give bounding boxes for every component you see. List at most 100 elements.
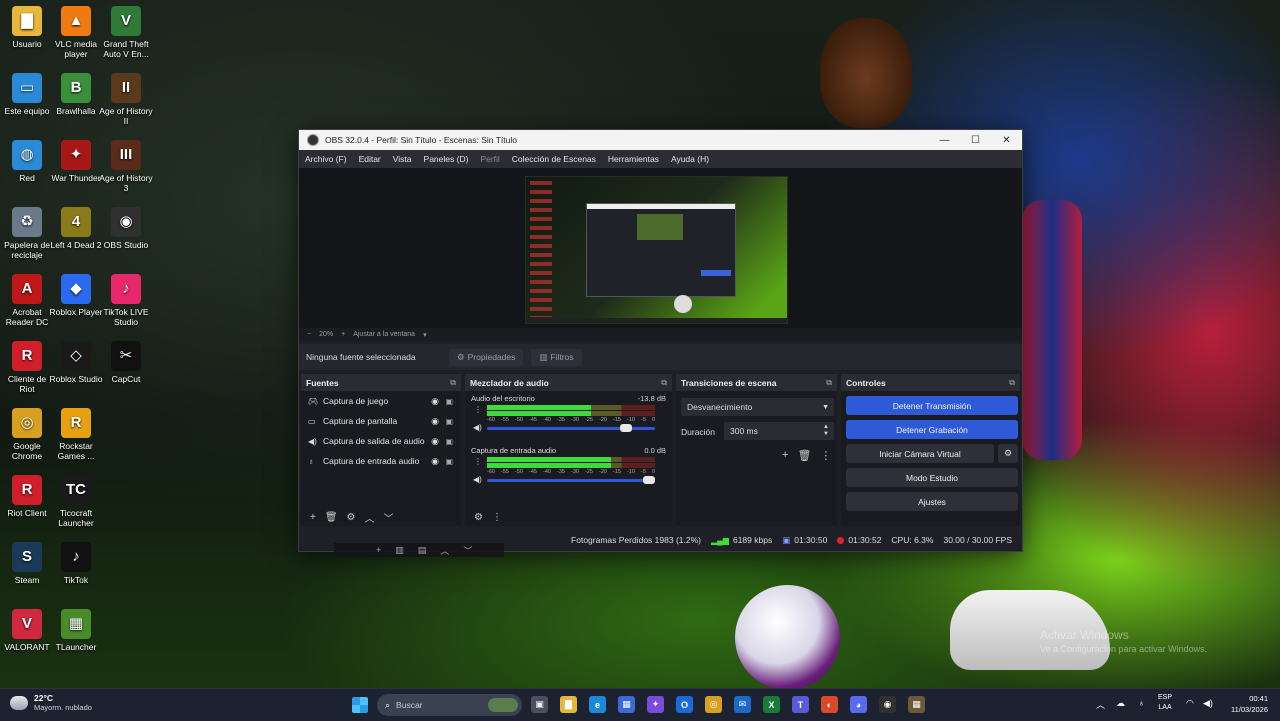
visibility-eye-icon[interactable]: ◉ — [431, 396, 439, 407]
desktop-icon-grand-theft-auto-v-en[interactable]: V Grand Theft Auto V En... — [99, 6, 153, 59]
outlook-icon[interactable]: O — [676, 696, 693, 713]
lock-icon[interactable]: ▣ — [445, 437, 453, 446]
desktop-icon-roblox-player[interactable]: ◆ Roblox Player — [49, 274, 103, 317]
duration-spinbox[interactable]: 300 ms ▲ ▼ — [724, 422, 834, 440]
menu-coleccion-escenas[interactable]: Colección de Escenas — [506, 154, 602, 164]
menu-archivo[interactable]: Archivo (F) — [299, 154, 353, 164]
menu-vista[interactable]: Vista — [387, 154, 418, 164]
desktop-icon-vlc-media-player[interactable]: ▲ VLC media player — [49, 6, 103, 59]
minecraft-icon[interactable]: ▦ — [908, 696, 925, 713]
store-icon[interactable]: ▦ — [618, 696, 635, 713]
track-menu-icon[interactable]: ⋮ — [474, 405, 482, 414]
undock-icon[interactable]: ⧉ — [826, 378, 832, 388]
source-item-game-capture[interactable]: 🎮︎ Captura de juego ◉ ▣ — [301, 391, 461, 411]
properties-button[interactable]: ⚙ Propiedades — [449, 348, 524, 366]
advanced-audio-properties-icon[interactable]: ⚙ — [474, 512, 483, 523]
desktop-icon-ticocraft-launcher[interactable]: TC Ticocraft Launcher — [49, 475, 103, 528]
visibility-eye-icon[interactable]: ◉ — [431, 416, 439, 427]
studio-mode-button[interactable]: Modo Estudio — [846, 468, 1018, 487]
desktop-icon-capcut[interactable]: ✂ CapCut — [99, 341, 153, 384]
desktop-icon-tiktok[interactable]: ♪ TikTok — [49, 542, 103, 585]
desktop-icon-age-of-history-ii[interactable]: II Age of History II — [99, 73, 153, 126]
desktop-icon-war-thunder[interactable]: ✦ War Thunder — [49, 140, 103, 183]
system-clock[interactable]: 00:41 11/03/2026 — [1224, 693, 1268, 715]
filter-icon[interactable]: ▤ — [418, 545, 427, 556]
source-item-screen-capture[interactable]: ▭ Captura de pantalla ◉ ▣ — [301, 411, 461, 431]
minimize-button[interactable]: — — [929, 130, 960, 150]
source-item-audio-input[interactable]: ♁ Captura de entrada audio ◉ ▣ — [301, 451, 461, 471]
mute-speaker-icon[interactable]: ◀) — [473, 475, 482, 484]
desktop-icon-google-chrome[interactable]: ◎ Google Chrome — [0, 408, 54, 461]
lock-icon[interactable]: ▣ — [445, 417, 453, 426]
excel-icon[interactable]: X — [763, 696, 780, 713]
lock-icon[interactable]: ▣ — [445, 457, 453, 466]
maximize-button[interactable]: ☐ — [960, 130, 991, 150]
desktop-icon-rockstar-games[interactable]: R Rockstar Games ... — [49, 408, 103, 461]
desktop-icon-papelera-de-reciclaje[interactable]: ♻ Papelera de reciclaje — [0, 207, 54, 260]
stop-streaming-button[interactable]: Detener Transmisión — [846, 396, 1018, 415]
obs-titlebar[interactable]: OBS 32.0.4 - Perfil: Sin Título - Escena… — [299, 130, 1022, 150]
volume-icon[interactable]: ◀) — [1203, 698, 1213, 709]
transition-select[interactable]: Desvanecimiento ▼ — [681, 398, 834, 416]
start-button[interactable] — [352, 697, 368, 713]
taskbar-search[interactable]: ⌕ Buscar — [377, 694, 522, 716]
desktop-icon-steam[interactable]: S Steam — [0, 542, 54, 585]
visibility-eye-icon[interactable]: ◉ — [431, 436, 439, 447]
desktop-icon-este-equipo[interactable]: ▭ Este equipo — [0, 73, 54, 116]
add-icon[interactable]: + — [376, 545, 381, 555]
obs-window[interactable]: OBS 32.0.4 - Perfil: Sin Título - Escena… — [298, 129, 1023, 552]
desktop-icon-red[interactable]: ◍ Red — [0, 140, 54, 183]
menu-paneles[interactable]: Paneles (D) — [418, 154, 475, 164]
show-hidden-icons-chevron-icon[interactable]: ︿ — [1096, 698, 1105, 711]
chrome-icon[interactable]: ◎ — [705, 696, 722, 713]
visibility-eye-icon[interactable]: ◉ — [431, 456, 439, 467]
undock-icon[interactable]: ⧉ — [1009, 378, 1015, 388]
track-menu-icon[interactable]: ⋮ — [474, 457, 482, 466]
down-icon[interactable]: ﹀ — [463, 544, 472, 557]
settings-button[interactable]: Ajustes — [846, 492, 1018, 511]
filters-button[interactable]: ▥ Filtros — [531, 348, 582, 366]
stop-recording-button[interactable]: Detener Grabación — [846, 420, 1018, 439]
menu-herramientas[interactable]: Herramientas — [602, 154, 665, 164]
source-item-audio-output[interactable]: ◀) Captura de salida de audio ◉ ▣ — [301, 431, 461, 451]
desktop-icon-tiktok-live-studio[interactable]: ♪ TikTok LIVE Studio — [99, 274, 153, 327]
zoom-out-button[interactable]: − — [307, 331, 311, 338]
desktop-icon-acrobat-reader-dc[interactable]: A Acrobat Reader DC — [0, 274, 54, 327]
up-icon[interactable]: ︿ — [440, 544, 449, 557]
desktop-icon-brawlhalla[interactable]: B Brawlhalla — [49, 73, 103, 116]
desktop-icon-age-of-history-3[interactable]: III Age of History 3 — [99, 140, 153, 193]
desktop-icon-cliente-de-riot[interactable]: R Cliente de Riot — [0, 341, 54, 394]
close-button[interactable]: ✕ — [991, 130, 1022, 150]
chevron-down-icon[interactable]: ▾ — [423, 331, 427, 339]
volume-slider[interactable] — [487, 476, 655, 484]
wifi-icon[interactable]: ◠ — [1186, 698, 1194, 709]
desktop-icon-usuario[interactable]: ▇ Usuario — [0, 6, 54, 49]
desktop-icon-left-4-dead-2[interactable]: 4 Left 4 Dead 2 — [49, 207, 103, 250]
mute-speaker-icon[interactable]: ◀) — [473, 423, 482, 432]
fit-to-window-select[interactable]: Ajustar a la ventana — [353, 331, 415, 338]
source-properties-gear-icon[interactable]: ⚙ — [347, 512, 356, 523]
desktop-icon-valorant[interactable]: V VALORANT — [0, 609, 54, 652]
desktop-icon-riot-client[interactable]: R Riot Client — [0, 475, 54, 518]
desktop-icon-obs-studio[interactable]: ◉ OBS Studio — [99, 207, 153, 250]
menu-ayuda[interactable]: Ayuda (H) — [665, 154, 715, 164]
desktop-icon-roblox-studio[interactable]: ◇ Roblox Studio — [49, 341, 103, 384]
virtual-camera-settings-gear-icon[interactable]: ⚙ — [998, 444, 1018, 463]
photos-icon[interactable]: ◐ — [821, 696, 838, 713]
spinner-arrows-icon[interactable]: ▲ ▼ — [823, 424, 829, 438]
discord-icon[interactable]: ◕ — [850, 696, 867, 713]
volume-slider[interactable] — [487, 424, 655, 432]
weather-widget[interactable]: 22°C Mayorm. nublado — [10, 693, 92, 712]
edge-icon[interactable]: e — [589, 696, 606, 713]
desktop-icon-tlauncher[interactable]: ▦ TLauncher — [49, 609, 103, 652]
obs-taskbar-icon[interactable]: ◉ — [879, 696, 896, 713]
program-preview[interactable] — [525, 176, 788, 324]
task-view-icon[interactable]: ▣ — [531, 696, 548, 713]
menu-editar[interactable]: Editar — [353, 154, 387, 164]
onedrive-icon[interactable]: ☁ — [1116, 698, 1125, 709]
move-down-icon[interactable]: ﹀ — [384, 510, 394, 525]
move-up-icon[interactable]: ︿ — [365, 510, 375, 525]
add-transition-button[interactable]: + — [782, 449, 788, 462]
undock-icon[interactable]: ⧉ — [661, 378, 667, 388]
trash-icon[interactable]: ▥ — [395, 545, 404, 556]
